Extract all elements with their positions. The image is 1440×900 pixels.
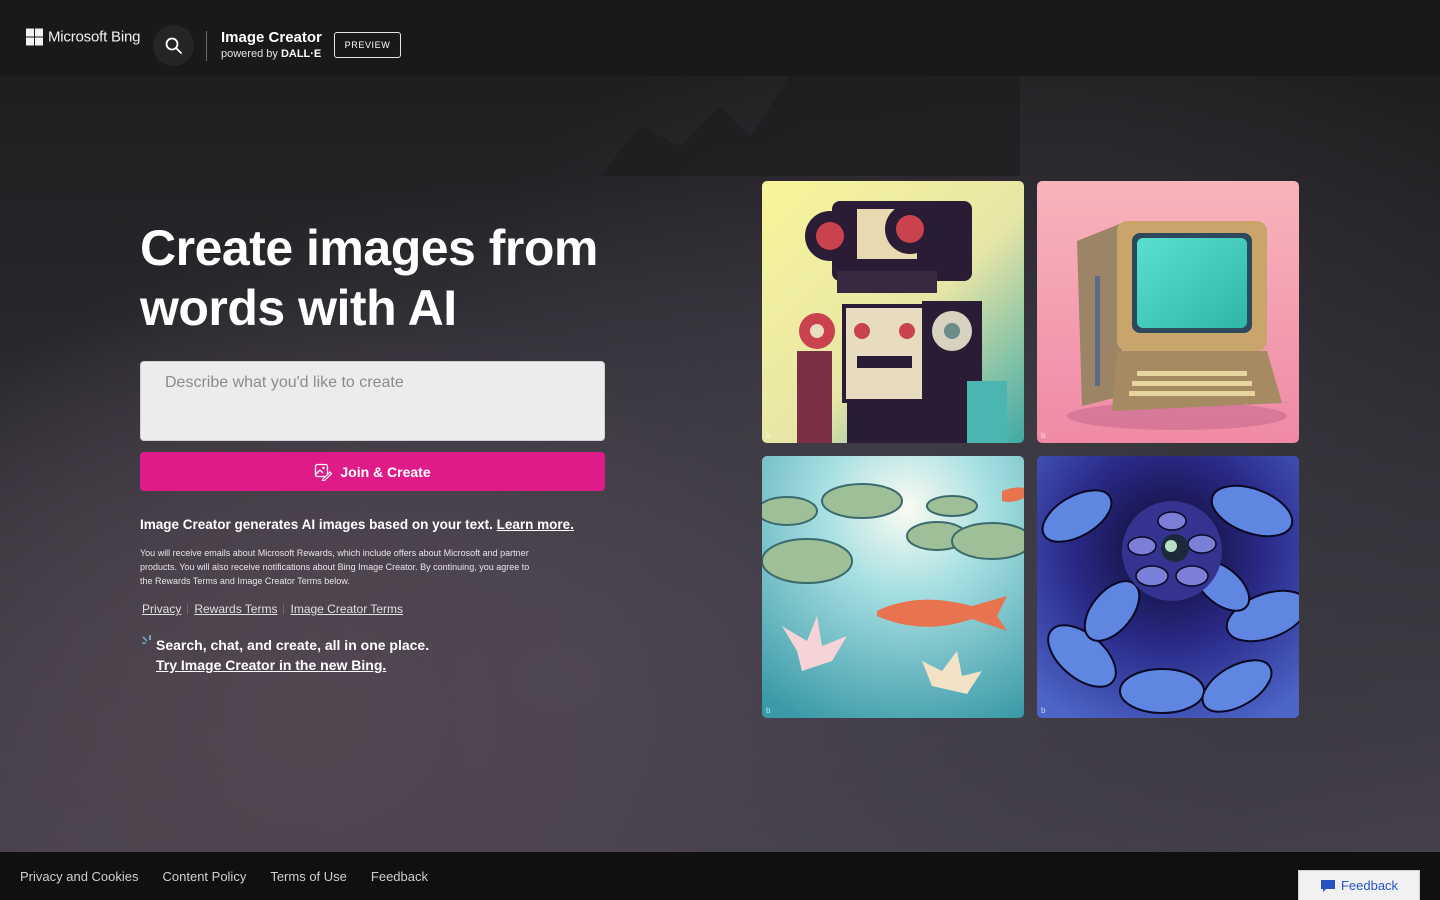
header-divider xyxy=(206,31,207,61)
dahlia-illustration xyxy=(1037,456,1299,718)
sample-image-computer[interactable]: b xyxy=(1037,181,1299,443)
search-icon xyxy=(165,37,182,54)
bing-watermark: b xyxy=(766,706,771,715)
robot-illustration xyxy=(762,181,1024,443)
top-header: Microsoft Bing Image Creator powered by … xyxy=(0,0,1440,76)
image-edit-icon xyxy=(315,463,333,481)
info-description: Image Creator generates AI images based … xyxy=(140,517,493,532)
sparkle-arrow-icon xyxy=(142,635,151,644)
headline-line-2: words with AI xyxy=(140,280,457,336)
brand-name: Microsoft Bing xyxy=(48,28,141,46)
chat-bubble-icon xyxy=(1320,879,1335,892)
promo-text: Search, chat, and create, all in one pla… xyxy=(156,637,430,653)
headline-line-1: Create images from xyxy=(140,220,598,276)
koi-pond-illustration xyxy=(762,456,1024,718)
footer-content-policy-link[interactable]: Content Policy xyxy=(163,869,247,884)
footer-links: Privacy and Cookies Content Policy Terms… xyxy=(20,869,428,884)
terms-links: Privacy Rewards Terms Image Creator Term… xyxy=(142,602,403,616)
try-new-bing-link[interactable]: Try Image Creator in the new Bing. xyxy=(156,655,386,675)
image-creator-terms-link[interactable]: Image Creator Terms xyxy=(290,602,402,616)
page-headline: Create images from words with AI xyxy=(140,218,640,338)
bing-brand-link[interactable]: Microsoft Bing xyxy=(26,28,141,46)
page-footer: Privacy and Cookies Content Policy Terms… xyxy=(0,852,1440,900)
bing-watermark: b xyxy=(1041,706,1046,715)
product-subtitle: powered by DALL·E xyxy=(221,46,322,62)
rewards-terms-link[interactable]: Rewards Terms xyxy=(194,602,277,616)
microsoft-logo-icon xyxy=(26,28,43,46)
bing-watermark: b xyxy=(766,431,771,440)
product-title: Image Creator xyxy=(221,29,322,46)
privacy-link[interactable]: Privacy xyxy=(142,602,181,616)
search-button[interactable] xyxy=(153,25,194,66)
footer-terms-of-use-link[interactable]: Terms of Use xyxy=(270,869,347,884)
join-button-label: Join & Create xyxy=(340,463,431,480)
rewards-disclaimer: You will receive emails about Microsoft … xyxy=(140,548,530,586)
learn-more-link[interactable]: Learn more. xyxy=(497,517,574,532)
footer-privacy-cookies-link[interactable]: Privacy and Cookies xyxy=(20,869,139,884)
bing-watermark: b xyxy=(1041,431,1046,440)
prompt-input[interactable] xyxy=(140,361,605,441)
link-separator xyxy=(187,604,189,614)
computer-illustration xyxy=(1037,181,1299,443)
sample-image-robot[interactable]: b xyxy=(762,181,1024,443)
preview-badge: PREVIEW xyxy=(334,32,401,58)
footer-feedback-link[interactable]: Feedback xyxy=(371,869,428,884)
powered-by-label: powered by xyxy=(221,48,281,60)
sample-image-koi-pond[interactable]: b xyxy=(762,456,1024,718)
dalle-label: DALL·E xyxy=(280,48,322,60)
decorative-shape xyxy=(600,76,1020,176)
feedback-button-label: Feedback xyxy=(1340,878,1399,893)
link-separator xyxy=(283,604,285,614)
feedback-button[interactable]: Feedback xyxy=(1298,870,1420,900)
sample-image-dahlia[interactable]: b xyxy=(1037,456,1299,718)
join-and-create-button[interactable]: Join & Create xyxy=(140,452,605,491)
product-title-link[interactable]: Image Creator powered by DALL·E xyxy=(221,29,322,62)
info-text: Image Creator generates AI images based … xyxy=(140,517,574,532)
